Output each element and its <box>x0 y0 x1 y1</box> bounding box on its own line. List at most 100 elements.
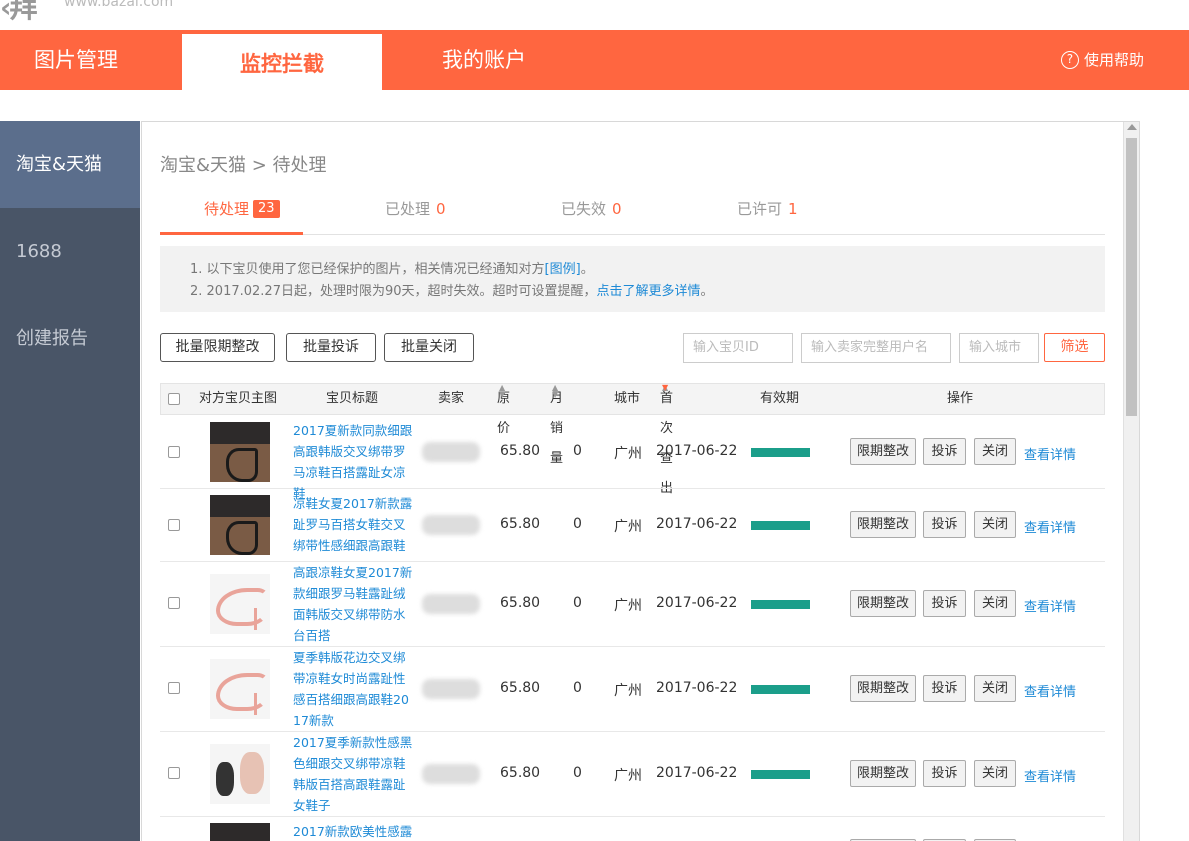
site-logo[interactable]: ‹拜 www.bazai.com <box>0 0 400 30</box>
monthly-sales: 0 <box>573 443 582 459</box>
more-details-link[interactable]: 点击了解更多详情 <box>597 284 701 299</box>
close-button[interactable]: 关闭 <box>974 438 1016 465</box>
first-found-date: 2017-06-22 <box>656 516 738 532</box>
product-thumbnail[interactable] <box>210 744 270 804</box>
row-checkbox[interactable] <box>168 682 180 694</box>
city-input[interactable]: 输入城市 <box>959 333 1039 363</box>
seller-name-blurred <box>422 679 480 699</box>
header-title: 宝贝标题 <box>326 391 379 406</box>
seller-name-blurred <box>422 515 480 535</box>
view-details-link[interactable]: 查看详情 <box>1024 517 1076 536</box>
complain-button[interactable]: 投诉 <box>923 760 966 787</box>
fix-button[interactable]: 限期整改 <box>850 511 916 538</box>
notice-line-1: 1. 以下宝贝使用了您已经保护的图片，相关情况已经通知对方[图例]。 <box>190 259 1105 281</box>
complain-button[interactable]: 投诉 <box>923 438 966 465</box>
notice-line-1-end: 。 <box>580 262 594 277</box>
product-thumbnail[interactable] <box>210 659 270 719</box>
batch-complain-button[interactable]: 批量投诉 <box>286 333 376 362</box>
tab-pending-count: 23 <box>253 200 280 218</box>
product-thumbnail[interactable] <box>210 823 270 841</box>
product-thumbnail[interactable] <box>210 495 270 555</box>
filter-button[interactable]: 筛选 <box>1044 333 1105 362</box>
sidebar-item-1688[interactable]: 1688 <box>0 208 140 295</box>
tab-processed-count: 0 <box>436 200 446 218</box>
product-title-link[interactable]: 2017夏季新款性感黑色细跟交叉绑带凉鞋韩版百搭高跟鞋露趾女鞋子 <box>293 732 415 816</box>
product-title-link[interactable]: 2017新款欧美性感露 <box>293 821 415 841</box>
tab-licensed[interactable]: 已许可 1 <box>737 196 798 235</box>
monthly-sales: 0 <box>573 680 582 696</box>
complain-button[interactable]: 投诉 <box>923 590 966 617</box>
sidebar-item-create-report[interactable]: 创建报告 <box>0 295 140 382</box>
validity-bar <box>751 770 810 779</box>
notice-line-2-end: 。 <box>700 284 714 299</box>
fix-button[interactable]: 限期整改 <box>850 438 916 465</box>
validity-bar <box>751 600 810 609</box>
view-details-link[interactable]: 查看详情 <box>1024 444 1076 463</box>
nav-tab-my-account[interactable]: 我的账户 <box>442 30 526 90</box>
sidebar-item-taobao-tmall[interactable]: 淘宝&天猫 <box>0 121 140 208</box>
validity-bar <box>751 521 810 530</box>
first-found-date: 2017-06-22 <box>656 765 738 781</box>
legend-link[interactable]: [图例] <box>545 262 581 277</box>
price: 65.80 <box>500 680 541 696</box>
city: 广州 <box>614 519 642 535</box>
product-title-link[interactable]: 夏季韩版花边交叉绑带凉鞋女时尚露趾性感百搭细跟高跟鞋2017新款 <box>293 647 415 731</box>
price: 65.80 <box>500 765 541 781</box>
vertical-scrollbar[interactable] <box>1123 122 1139 841</box>
row-checkbox[interactable] <box>168 767 180 779</box>
tab-expired-count: 0 <box>612 200 622 218</box>
fix-button[interactable]: 限期整改 <box>850 675 916 702</box>
seller-name-input[interactable]: 输入卖家完整用户名 <box>801 333 951 363</box>
scroll-up-arrow-icon[interactable] <box>1127 124 1137 130</box>
complain-button[interactable]: 投诉 <box>923 511 966 538</box>
tab-expired[interactable]: 已失效 0 <box>561 196 622 235</box>
product-thumbnail[interactable] <box>210 422 270 482</box>
product-title-link[interactable]: 高跟凉鞋女夏2017新款细跟罗马鞋露趾绒面韩版交叉绑带防水台百搭 <box>293 562 415 646</box>
help-label: 使用帮助 <box>1083 51 1144 69</box>
notice-line-1-text: 1. 以下宝贝使用了您已经保护的图片，相关情况已经通知对方 <box>190 262 545 277</box>
row-checkbox[interactable] <box>168 519 180 531</box>
seller-name-blurred <box>422 442 480 462</box>
help-link[interactable]: ? 使用帮助 <box>1060 30 1144 90</box>
main-panel: 淘宝&天猫 > 待处理 待处理 23 已处理 0 已失效 0 已许可 1 1. 以下宝贝… <box>141 121 1140 841</box>
batch-close-button[interactable]: 批量关闭 <box>384 333 474 362</box>
sort-icon: ▲ ▼ <box>499 383 506 399</box>
price: 65.80 <box>500 443 541 459</box>
price: 65.80 <box>500 516 541 532</box>
scroll-thumb[interactable] <box>1126 138 1137 416</box>
product-title-link[interactable]: 凉鞋女夏2017新款露趾罗马百搭女鞋交叉绑带性感细跟高跟鞋 <box>293 493 415 556</box>
nav-tab-image-management[interactable]: 图片管理 <box>34 30 118 90</box>
table-row: 高跟凉鞋女夏2017新款细跟罗马鞋露趾绒面韩版交叉绑带防水台百搭 65.80 0… <box>160 562 1105 647</box>
view-details-link[interactable]: 查看详情 <box>1024 681 1076 700</box>
nav-tab-monitoring[interactable]: 监控拦截 <box>182 34 382 90</box>
city: 广州 <box>614 683 642 699</box>
first-found-date: 2017-06-22 <box>656 443 738 459</box>
row-checkbox[interactable] <box>168 597 180 609</box>
item-id-input[interactable]: 输入宝贝ID <box>683 333 793 363</box>
header-validity: 有效期 <box>760 391 800 406</box>
product-thumbnail[interactable] <box>210 574 270 634</box>
tab-processed-label: 已处理 <box>385 200 431 218</box>
close-button[interactable]: 关闭 <box>974 590 1016 617</box>
close-button[interactable]: 关闭 <box>974 675 1016 702</box>
close-button[interactable]: 关闭 <box>974 760 1016 787</box>
table-row: 2017夏新款同款细跟高跟韩版交叉绑带罗马凉鞋百搭露趾女凉鞋 65.80 0 广… <box>160 416 1105 501</box>
sort-desc-icon: ▲ ▼ <box>662 383 669 392</box>
select-all-checkbox[interactable] <box>168 393 180 405</box>
first-found-date: 2017-06-22 <box>656 595 738 611</box>
tab-processed[interactable]: 已处理 0 <box>385 196 446 235</box>
view-details-link[interactable]: 查看详情 <box>1024 596 1076 615</box>
fix-button[interactable]: 限期整改 <box>850 590 916 617</box>
complain-button[interactable]: 投诉 <box>923 675 966 702</box>
notice-box: 1. 以下宝贝使用了您已经保护的图片，相关情况已经通知对方[图例]。 2. 20… <box>160 246 1105 312</box>
city: 广州 <box>614 768 642 784</box>
sort-icon: ▲ ▼ <box>552 383 559 399</box>
view-details-link[interactable]: 查看详情 <box>1024 766 1076 785</box>
row-checkbox[interactable] <box>168 446 180 458</box>
notice-line-2-text: 2. 2017.02.27日起，处理时限为90天，超时失效。超时可设置提醒， <box>190 284 597 299</box>
tab-licensed-count: 1 <box>788 200 798 218</box>
fix-button[interactable]: 限期整改 <box>850 760 916 787</box>
close-button[interactable]: 关闭 <box>974 511 1016 538</box>
tab-pending[interactable]: 待处理 23 <box>160 196 303 235</box>
batch-fix-button[interactable]: 批量限期整改 <box>160 333 275 362</box>
